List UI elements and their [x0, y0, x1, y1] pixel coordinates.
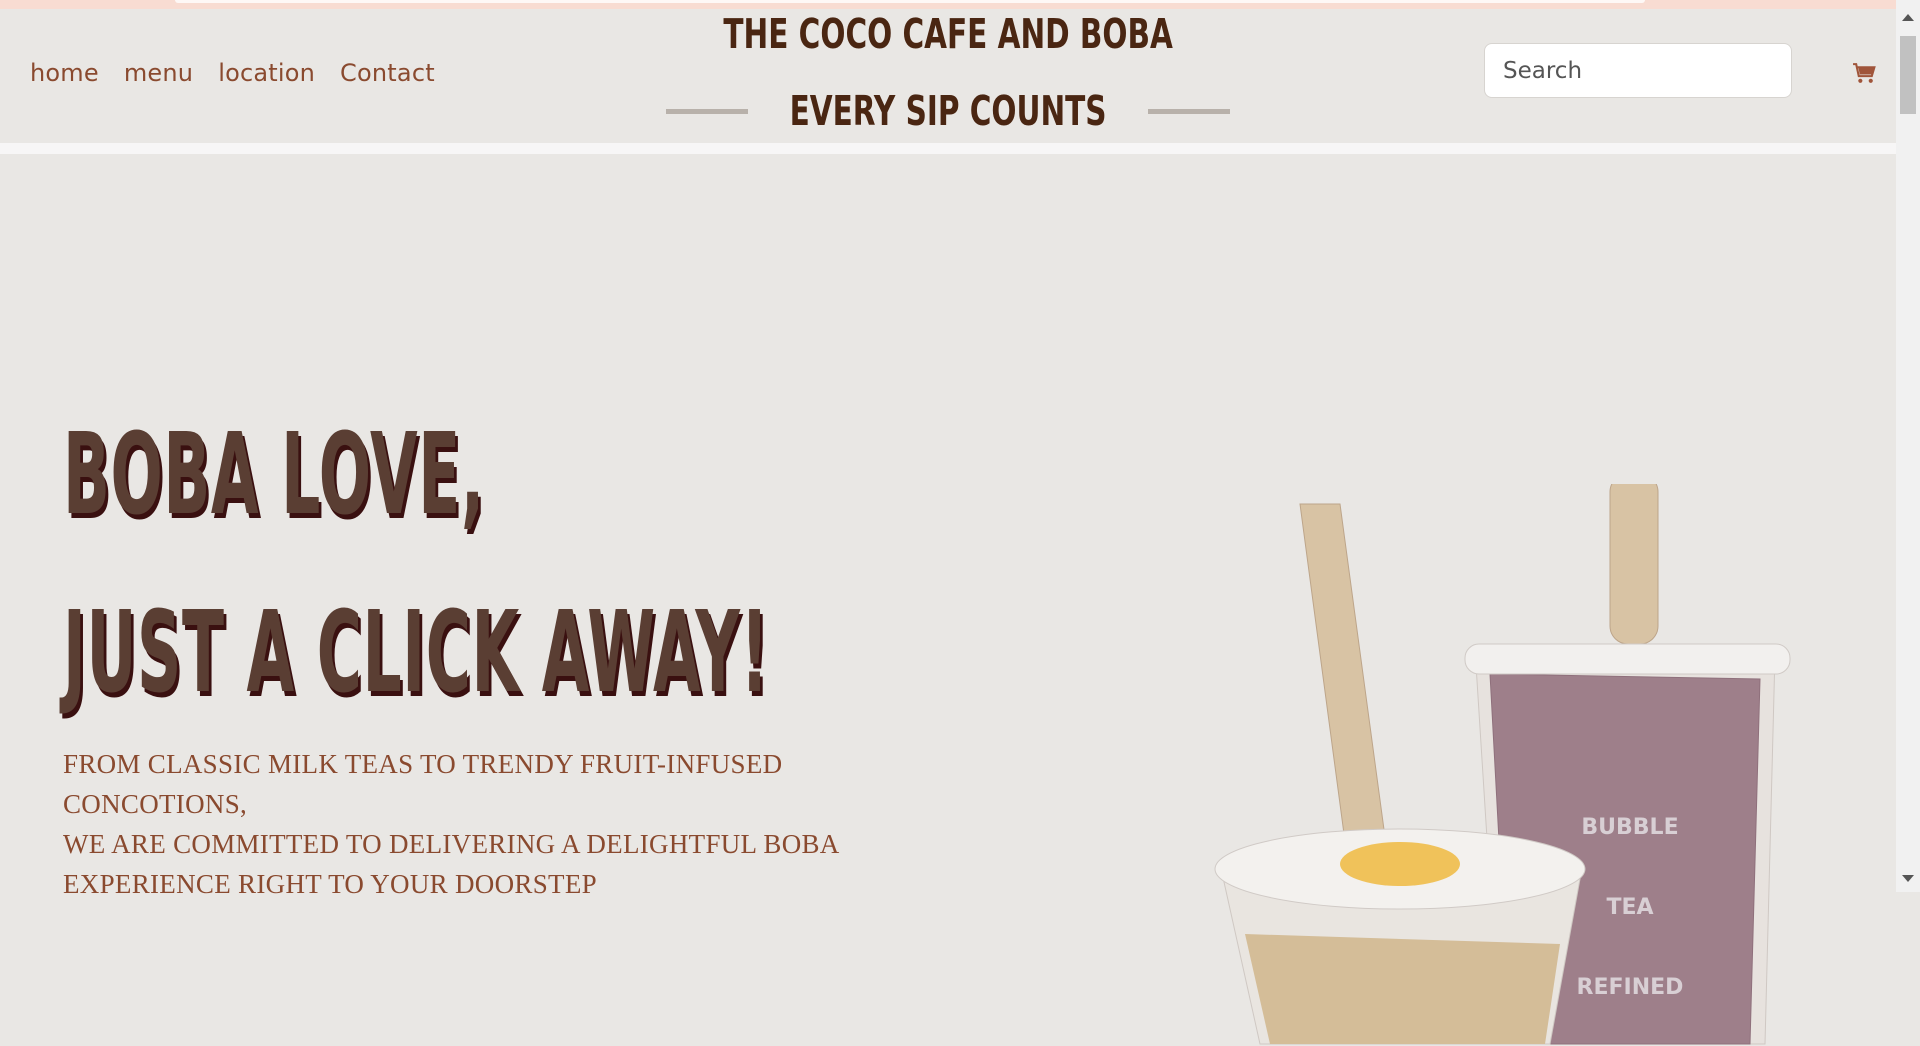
tagline-right-bar [1148, 108, 1231, 114]
cup-text-tea: TEA [1606, 895, 1653, 920]
boba-cups-image: BUBBLE TEA REFINED [1214, 484, 1791, 1045]
search-input[interactable] [1484, 43, 1792, 98]
brand-tagline: EVERY SIP COUNTS [789, 87, 1107, 135]
hero-headline-line1: BOBA LOVE, [63, 419, 830, 531]
browser-top-strip [0, 0, 1896, 9]
description-line2: WE ARE COMMITTED TO DELIVERING A DELIGHT… [63, 829, 840, 859]
header-separator [0, 143, 1896, 154]
scroll-up-arrow-icon[interactable] [1902, 14, 1914, 21]
brand-title: THE COCO CAFE AND BOBA [723, 10, 1173, 58]
hero-headline-line2: JUST A CLICK AWAY! [63, 597, 1347, 709]
page-scrollbar[interactable] [1896, 0, 1920, 892]
scroll-down-arrow-icon[interactable] [1902, 875, 1914, 882]
hero-headline-text1: BOBA LOVE, [63, 410, 485, 540]
top-highlight [175, 0, 1645, 3]
description-line1: FROM CLASSIC MILK TEAS TO TRENDY FRUIT-I… [63, 749, 783, 819]
hero-section: BOBA LOVE, JUST A CLICK AWAY! FROM CLASS… [0, 154, 1896, 1045]
site-header: home menu location Contact THE COCO CAFE… [0, 9, 1896, 143]
description-line3: EXPERIENCE RIGHT TO YOUR DOORSTEP [63, 869, 597, 899]
hero-description: FROM CLASSIC MILK TEAS TO TRENDY FRUIT-I… [63, 744, 963, 904]
scroll-thumb[interactable] [1900, 36, 1916, 114]
tagline-left-bar [665, 108, 748, 114]
cup-text-refined: REFINED [1577, 975, 1684, 1000]
cup-text-bubble: BUBBLE [1581, 815, 1678, 840]
cart-icon[interactable] [1852, 61, 1877, 86]
hero-headline-text2: JUST A CLICK AWAY! [63, 588, 770, 718]
